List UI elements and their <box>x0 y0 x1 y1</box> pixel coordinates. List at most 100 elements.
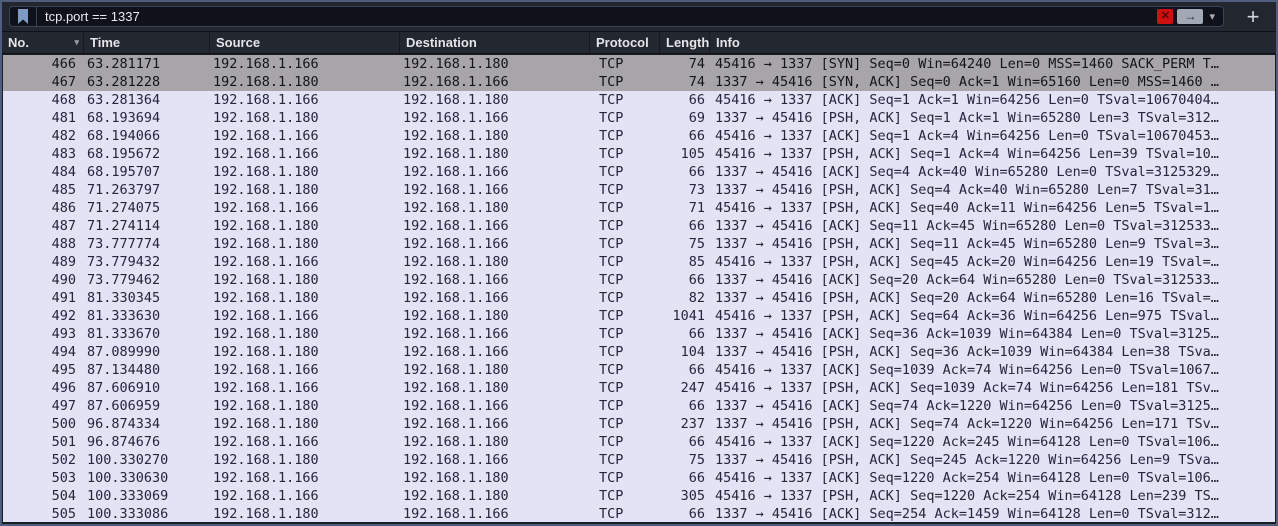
cell-protocol: TCP <box>599 398 624 414</box>
packet-row[interactable]: 488 73.777774 192.168.1.180 192.168.1.16… <box>3 235 1275 253</box>
packet-row[interactable]: 504 100.333069 192.168.1.166 192.168.1.1… <box>3 487 1275 505</box>
column-header-destination[interactable]: Destination <box>400 32 590 53</box>
packet-row[interactable]: 491 81.330345 192.168.1.180 192.168.1.16… <box>3 289 1275 307</box>
packet-row[interactable]: 467 63.281228 192.168.1.180 192.168.1.16… <box>3 73 1275 91</box>
cell-protocol: TCP <box>599 218 624 234</box>
cell-info: 45416 → 1337 [ACK] Seq=1039 Ack=74 Win=6… <box>715 362 1219 378</box>
packet-row[interactable]: 500 96.874334 192.168.1.180 192.168.1.16… <box>3 415 1275 433</box>
packet-row[interactable]: 492 81.333630 192.168.1.166 192.168.1.18… <box>3 307 1275 325</box>
cell-time: 68.194066 <box>87 128 161 144</box>
packet-row[interactable]: 497 87.606959 192.168.1.180 192.168.1.16… <box>3 397 1275 415</box>
column-header-source[interactable]: Source <box>210 32 400 53</box>
cell-no: 490 <box>51 272 76 288</box>
cell-info: 1337 → 45416 [PSH, ACK] Seq=36 Ack=1039 … <box>715 344 1219 360</box>
filter-bookmark-button[interactable] <box>10 7 37 26</box>
cell-info: 1337 → 45416 [ACK] Seq=11 Ack=45 Win=652… <box>715 218 1219 234</box>
column-header-info[interactable]: Info <box>710 32 1276 53</box>
packet-row[interactable]: 503 100.330630 192.168.1.166 192.168.1.1… <box>3 469 1275 487</box>
packet-row[interactable]: 468 63.281364 192.168.1.166 192.168.1.18… <box>3 91 1275 109</box>
cell-no: 468 <box>51 92 76 108</box>
column-label: Destination <box>406 35 477 50</box>
cell-destination: 192.168.1.166 <box>403 452 509 468</box>
cell-destination: 192.168.1.166 <box>403 272 509 288</box>
cell-time: 87.089990 <box>87 344 161 360</box>
cell-length: 247 <box>680 380 705 396</box>
packet-row[interactable]: 483 68.195672 192.168.1.166 192.168.1.18… <box>3 145 1275 163</box>
cell-info: 45416 → 1337 [PSH, ACK] Seq=64 Ack=36 Wi… <box>715 308 1219 324</box>
packet-row[interactable]: 484 68.195707 192.168.1.180 192.168.1.16… <box>3 163 1275 181</box>
cell-no: 482 <box>51 128 76 144</box>
packet-row[interactable]: 489 73.779432 192.168.1.166 192.168.1.18… <box>3 253 1275 271</box>
cell-destination: 192.168.1.166 <box>403 182 509 198</box>
cell-destination: 192.168.1.180 <box>403 128 509 144</box>
packet-row[interactable]: 485 71.263797 192.168.1.180 192.168.1.16… <box>3 181 1275 199</box>
cell-length: 66 <box>688 326 705 342</box>
packet-row[interactable]: 501 96.874676 192.168.1.166 192.168.1.18… <box>3 433 1275 451</box>
packet-row[interactable]: 487 71.274114 192.168.1.180 192.168.1.16… <box>3 217 1275 235</box>
cell-length: 75 <box>688 452 705 468</box>
packet-row[interactable]: 481 68.193694 192.168.1.180 192.168.1.16… <box>3 109 1275 127</box>
cell-protocol: TCP <box>599 470 624 486</box>
cell-info: 45416 → 1337 [ACK] Seq=1 Ack=4 Win=64256… <box>715 128 1219 144</box>
cell-length: 66 <box>688 506 705 522</box>
cell-length: 66 <box>688 470 705 486</box>
cell-protocol: TCP <box>599 308 624 324</box>
cell-info: 1337 → 45416 [PSH, ACK] Seq=20 Ack=64 Wi… <box>715 290 1219 306</box>
column-header-time[interactable]: Time <box>84 32 210 53</box>
packet-row[interactable]: 505 100.333086 192.168.1.180 192.168.1.1… <box>3 505 1275 522</box>
cell-source: 192.168.1.180 <box>213 290 319 306</box>
cell-destination: 192.168.1.180 <box>403 308 509 324</box>
column-header-no[interactable]: No. ▾ <box>2 32 84 53</box>
packet-row[interactable]: 490 73.779462 192.168.1.180 192.168.1.16… <box>3 271 1275 289</box>
cell-source: 192.168.1.180 <box>213 74 319 90</box>
cell-time: 100.333069 <box>87 488 169 504</box>
column-header-protocol[interactable]: Protocol <box>590 32 660 53</box>
cell-source: 192.168.1.166 <box>213 488 319 504</box>
packet-row[interactable]: 466 63.281171 192.168.1.166 192.168.1.18… <box>3 55 1275 73</box>
packet-row[interactable]: 482 68.194066 192.168.1.166 192.168.1.18… <box>3 127 1275 145</box>
cell-destination: 192.168.1.166 <box>403 344 509 360</box>
filter-dropdown-chevron-icon[interactable]: ▾ <box>1209 10 1215 23</box>
cell-source: 192.168.1.180 <box>213 218 319 234</box>
cell-protocol: TCP <box>599 236 624 252</box>
cell-source: 192.168.1.166 <box>213 56 319 72</box>
packet-row[interactable]: 496 87.606910 192.168.1.166 192.168.1.18… <box>3 379 1275 397</box>
cell-source: 192.168.1.180 <box>213 452 319 468</box>
display-filter-input[interactable] <box>37 7 1158 26</box>
cell-length: 66 <box>688 164 705 180</box>
cell-length: 74 <box>688 56 705 72</box>
cell-destination: 192.168.1.180 <box>403 362 509 378</box>
cell-length: 66 <box>688 218 705 234</box>
packet-row[interactable]: 493 81.333670 192.168.1.180 192.168.1.16… <box>3 325 1275 343</box>
packet-row[interactable]: 502 100.330270 192.168.1.180 192.168.1.1… <box>3 451 1275 469</box>
cell-source: 192.168.1.166 <box>213 362 319 378</box>
packet-row[interactable]: 494 87.089990 192.168.1.180 192.168.1.16… <box>3 343 1275 361</box>
cell-destination: 192.168.1.166 <box>403 416 509 432</box>
column-label: Source <box>216 35 261 50</box>
cell-no: 497 <box>51 398 76 414</box>
cell-destination: 192.168.1.180 <box>403 470 509 486</box>
cell-info: 1337 → 45416 [SYN, ACK] Seq=0 Ack=1 Win=… <box>715 74 1219 90</box>
packet-row[interactable]: 495 87.134480 192.168.1.166 192.168.1.18… <box>3 361 1275 379</box>
cell-time: 81.333630 <box>87 308 161 324</box>
cell-length: 66 <box>688 398 705 414</box>
cell-time: 73.779432 <box>87 254 161 270</box>
cell-source: 192.168.1.180 <box>213 416 319 432</box>
cell-protocol: TCP <box>599 164 624 180</box>
column-header-length[interactable]: Length <box>660 32 710 53</box>
cell-protocol: TCP <box>599 182 624 198</box>
packet-row[interactable]: 486 71.274075 192.168.1.166 192.168.1.18… <box>3 199 1275 217</box>
add-filter-button-plus-icon[interactable]: + <box>1242 5 1264 28</box>
cell-protocol: TCP <box>599 452 624 468</box>
cell-destination: 192.168.1.166 <box>403 326 509 342</box>
cell-length: 66 <box>688 128 705 144</box>
cell-info: 45416 → 1337 [ACK] Seq=1220 Ack=245 Win=… <box>715 434 1219 450</box>
clear-filter-button[interactable]: ✕ <box>1157 9 1174 24</box>
cell-source: 192.168.1.180 <box>213 182 319 198</box>
cell-no: 467 <box>51 74 76 90</box>
cell-destination: 192.168.1.166 <box>403 506 509 522</box>
cell-info: 1337 → 45416 [PSH, ACK] Seq=74 Ack=1220 … <box>715 416 1219 432</box>
apply-filter-button[interactable]: → <box>1177 9 1204 24</box>
cell-source: 192.168.1.166 <box>213 200 319 216</box>
cell-time: 63.281171 <box>87 56 161 72</box>
